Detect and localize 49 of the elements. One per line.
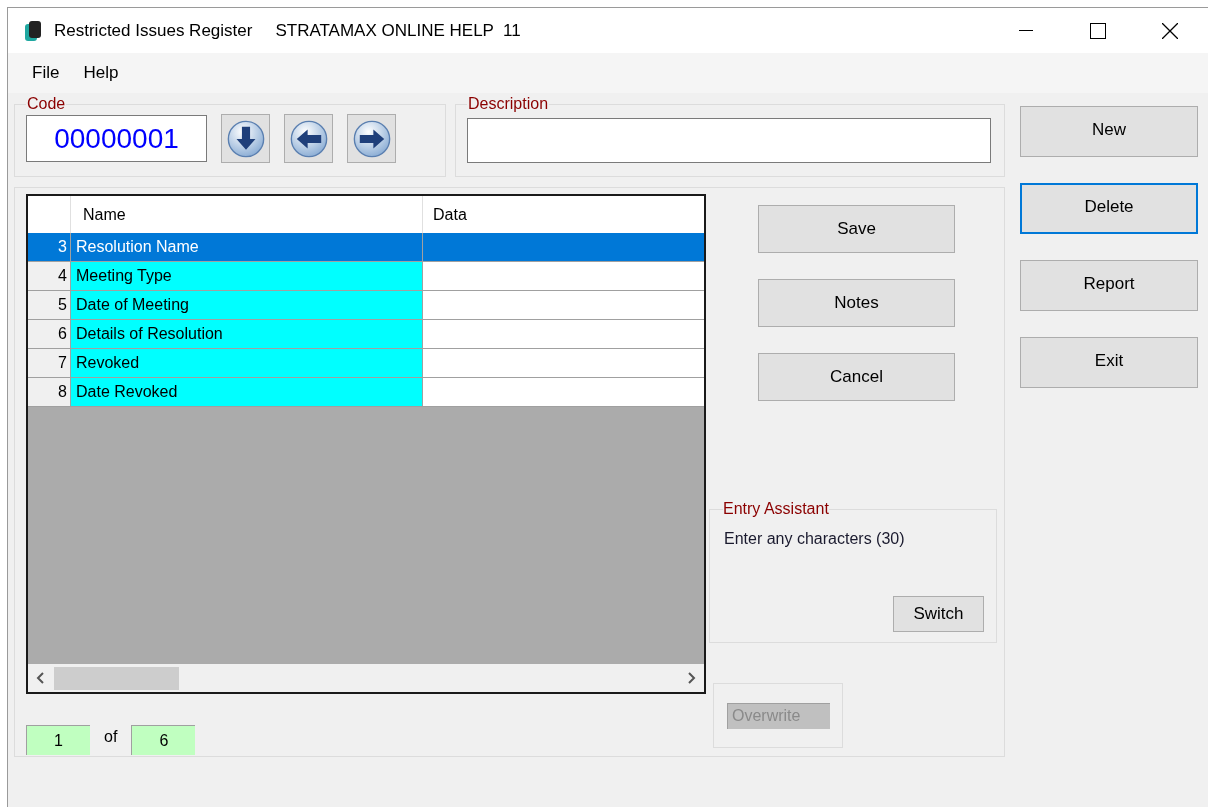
grid-row[interactable]: 7 Revoked [28,349,704,378]
name-cell: Details of Resolution [71,320,423,348]
app-icon [24,19,42,42]
window-title: Restricted Issues Register [54,19,253,42]
window-subtitle: STRATAMAX ONLINE HELP 11 [275,19,521,42]
row-number: 8 [28,378,71,406]
of-label: of [104,727,118,747]
action-button[interactable]: Cancel [758,353,955,401]
scroll-thumb[interactable] [54,666,179,690]
grid-row[interactable]: 8 Date Revoked [28,378,704,407]
side-button[interactable]: Exit [1020,337,1198,388]
name-cell: Date of Meeting [71,291,423,319]
scroll-left-icon [36,672,45,684]
entry-hint: Enter any characters (30) [724,529,905,549]
entry-assistant-label: Entry Assistant [723,500,829,518]
action-button[interactable]: Notes [758,279,955,327]
grid-row[interactable]: 3 Resolution Name [28,233,704,262]
side-button[interactable]: Delete [1020,183,1198,234]
menu-item[interactable]: Help [83,60,119,86]
name-cell: Meeting Type [71,262,423,290]
previous-button[interactable] [284,114,333,163]
name-cell: Resolution Name [71,233,423,261]
next-button[interactable] [347,114,396,163]
code-field[interactable]: 00000001 [26,115,207,162]
row-number: 7 [28,349,71,377]
grid-row[interactable]: 5 Date of Meeting [28,291,704,320]
scroll-right-icon [687,672,696,684]
name-cell: Date Revoked [71,378,423,406]
column-header[interactable]: Data [423,196,704,233]
switch-button[interactable]: Switch [893,596,984,632]
row-number: 4 [28,262,71,290]
side-button[interactable]: Report [1020,260,1198,311]
side-button[interactable]: New [1020,106,1198,157]
row-number: 6 [28,320,71,348]
description-label: Description [467,95,550,113]
current-record-field: 1 [26,725,90,755]
menu-item[interactable]: File [32,60,60,86]
grid-row[interactable]: 6 Details of Resolution [28,320,704,349]
maximize-icon [1090,22,1106,39]
close-icon [1162,22,1178,39]
row-number: 3 [28,233,71,261]
lookup-button[interactable] [221,114,270,163]
minimize-icon [1019,29,1033,32]
name-cell: Revoked [71,349,423,377]
row-number: 5 [28,291,71,319]
total-records-field: 6 [131,725,196,755]
grid-row[interactable]: 4 Meeting Type [28,262,704,291]
description-field[interactable] [467,118,991,163]
action-button[interactable]: Save [758,205,955,253]
